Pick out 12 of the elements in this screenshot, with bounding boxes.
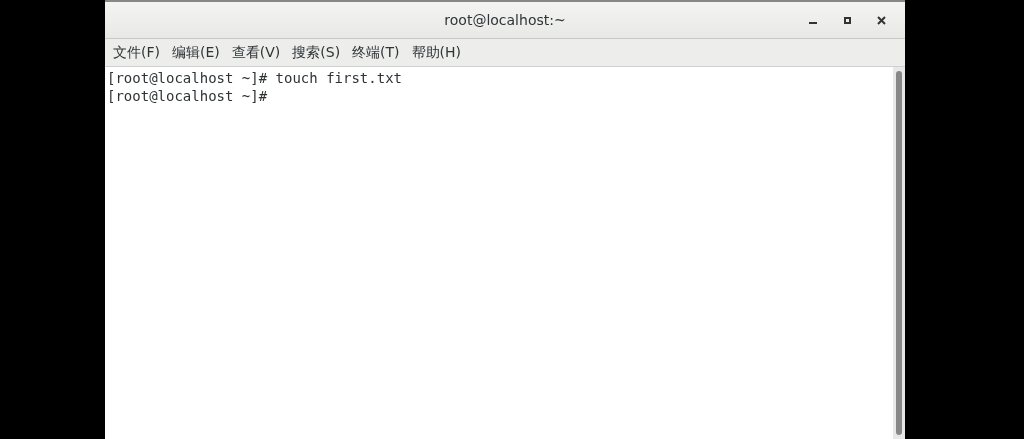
menu-item[interactable]: 编辑(E) <box>168 40 224 65</box>
menu-item[interactable]: 查看(V) <box>227 40 285 65</box>
terminal-line: [root@localhost ~]# touch first.txt <box>107 69 403 87</box>
maximize-icon <box>843 16 851 24</box>
close-icon <box>876 15 886 25</box>
menu-item[interactable]: 帮助(H) <box>407 40 466 65</box>
menu-item[interactable]: 搜索(S) <box>288 40 345 65</box>
menu-item[interactable]: 文件(F) <box>109 40 164 65</box>
menu-item[interactable]: 终端(T) <box>348 40 404 65</box>
terminal-line: [root@localhost ~]# <box>107 87 269 105</box>
scrollbar[interactable] <box>893 67 905 439</box>
window-title: root@localhost:~ <box>444 12 566 28</box>
